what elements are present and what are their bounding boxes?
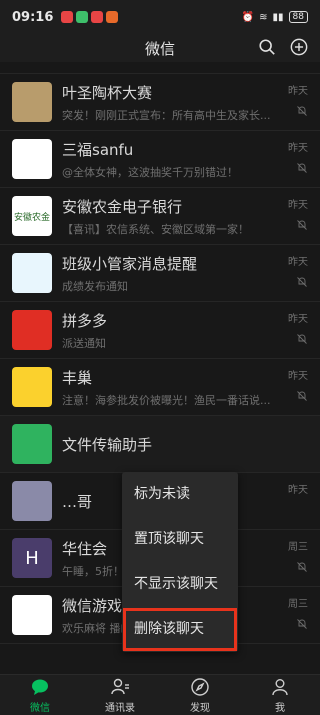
- chat-row[interactable]: 三福sanfu @全体女神，这波抽奖千万别错过！ 昨天: [0, 131, 320, 188]
- mute-bell-icon: [297, 106, 307, 116]
- chat-preview: 突发！刚刚正式宣布：所有高中生及家长...: [62, 108, 271, 122]
- chat-icon: [32, 679, 48, 695]
- tab-contacts[interactable]: 通讯录: [80, 675, 160, 715]
- chat-avatar: [12, 367, 52, 407]
- chat-time: 周三: [288, 599, 308, 610]
- chat-name: 三福sanfu: [62, 140, 134, 159]
- chat-row[interactable]: 班级小管家消息提醒成绩发布通知 昨天: [0, 245, 320, 302]
- page-title: 微信: [144, 39, 175, 58]
- chat-row[interactable]: 文件传输助手: [0, 416, 320, 473]
- chat-preview: 派送通知: [62, 336, 106, 350]
- chat-avatar: [12, 253, 52, 293]
- chat-time: 昨天: [288, 485, 308, 496]
- chat-avatar: H: [12, 538, 52, 578]
- mute-bell-icon: [297, 562, 307, 572]
- app-notification-icon: [76, 11, 89, 23]
- app-header: 微信: [0, 34, 320, 62]
- mute-bell-icon: [297, 220, 307, 230]
- tab-label: 通讯录: [105, 702, 135, 714]
- search-icon[interactable]: [258, 38, 276, 56]
- chat-row[interactable]: 安徽农金 安徽农金电子银行【喜讯】农信系统、安徽区域第一家！ 昨天: [0, 188, 320, 245]
- chat-avatar: [12, 82, 52, 122]
- mute-bell-icon: [297, 163, 307, 173]
- wifi-icon: ≋: [259, 11, 268, 23]
- menu-delete-chat[interactable]: 删除该聊天: [122, 607, 238, 652]
- battery-indicator: 88: [288, 11, 308, 23]
- chat-name: 拼多多: [62, 311, 108, 330]
- contacts-icon: [111, 678, 129, 694]
- chat-avatar: [12, 481, 52, 521]
- mute-bell-icon: [297, 334, 307, 344]
- app-notification-icon: [91, 11, 104, 23]
- chat-preview: @全体女神，这波抽奖千万别错过！: [62, 165, 238, 179]
- notification-icons: [61, 11, 119, 23]
- chat-time: 昨天: [288, 257, 308, 268]
- chat-avatar: 安徽农金: [12, 196, 52, 236]
- status-time: 09:16: [12, 9, 54, 25]
- chat-time: 昨天: [288, 86, 308, 97]
- chat-row-partial[interactable]: [0, 62, 320, 74]
- menu-hide-chat[interactable]: 不显示该聊天: [122, 562, 238, 607]
- menu-pin-chat[interactable]: 置顶该聊天: [122, 517, 238, 562]
- bottom-tabbar: 微信 通讯录 发现 我: [0, 674, 320, 715]
- chat-row[interactable]: 拼多多派送通知 昨天: [0, 302, 320, 359]
- chat-name: 文件传输助手: [62, 435, 153, 454]
- chat-time: 昨天: [288, 314, 308, 325]
- app-notification-icon: [106, 11, 119, 23]
- chat-name: 丰巢: [62, 368, 93, 387]
- menu-mark-unread[interactable]: 标为未读: [122, 472, 238, 517]
- mute-bell-icon: [297, 277, 307, 287]
- chat-row[interactable]: 叶圣陶杯大赛突发！刚刚正式宣布：所有高中生及家长... 昨天: [0, 74, 320, 131]
- status-bar: 09:16 ⏰ ≋ ▮▮ 88: [0, 0, 320, 34]
- compass-icon: [191, 677, 209, 696]
- chat-preview: 注意！海参批发价被曝光！渔民一番话说...: [62, 393, 271, 407]
- chat-row[interactable]: 丰巢注意！海参批发价被曝光！渔民一番话说... 昨天: [0, 359, 320, 416]
- chat-time: 昨天: [288, 143, 308, 154]
- signal-icon: ▮▮: [272, 11, 284, 23]
- chat-time: 昨天: [288, 200, 308, 211]
- person-icon: [272, 678, 288, 695]
- alarm-icon: ⏰: [241, 11, 255, 23]
- chat-name: 叶圣陶杯大赛: [62, 83, 153, 102]
- chat-name: 安徽农金电子银行: [62, 197, 183, 216]
- tab-label: 发现: [190, 702, 210, 714]
- chat-preview: 【喜讯】农信系统、安徽区域第一家！: [62, 222, 249, 236]
- app-notification-icon: [61, 11, 74, 23]
- status-indicators: ⏰ ≋ ▮▮ 88: [242, 11, 308, 23]
- mute-bell-icon: [297, 619, 307, 629]
- tab-discover[interactable]: 发现: [160, 675, 240, 715]
- tab-chats[interactable]: 微信: [0, 675, 80, 715]
- tab-me[interactable]: 我: [240, 675, 320, 715]
- mute-bell-icon: [297, 391, 307, 401]
- chat-avatar: [12, 139, 52, 179]
- chat-avatar: [12, 310, 52, 350]
- chat-avatar: [12, 595, 52, 635]
- chat-name: 班级小管家消息提醒: [62, 254, 198, 273]
- tab-label: 我: [275, 702, 285, 714]
- chat-avatar: [12, 424, 52, 464]
- chat-preview: 成绩发布通知: [62, 279, 128, 293]
- chat-context-menu: 标为未读 置顶该聊天 不显示该聊天 删除该聊天: [122, 472, 238, 652]
- add-plus-icon[interactable]: [290, 38, 308, 56]
- chat-time: 周三: [288, 542, 308, 553]
- tab-label: 微信: [30, 702, 50, 714]
- chat-time: 昨天: [288, 371, 308, 382]
